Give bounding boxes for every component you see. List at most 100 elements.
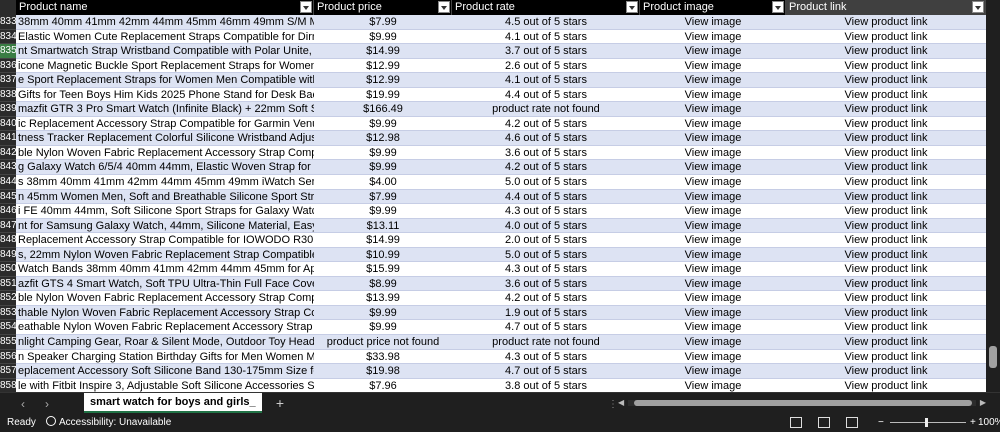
- cell-product-image[interactable]: View image: [640, 262, 786, 277]
- cell-product-link[interactable]: View product link: [786, 349, 986, 365]
- cell-product-link[interactable]: View product link: [786, 160, 986, 176]
- cell-product-name[interactable]: n 45mm Women Men, Soft and Breathable Si…: [16, 189, 314, 205]
- row-number[interactable]: 851: [0, 276, 16, 292]
- cell-product-price[interactable]: $7.99: [314, 189, 452, 205]
- cell-product-rate[interactable]: 4.5 out of 5 stars: [452, 15, 640, 30]
- table-row[interactable]: 856 n Speaker Charging Station Birthday G…: [0, 349, 986, 365]
- cell-product-link[interactable]: View product link: [786, 58, 986, 74]
- row-number[interactable]: 848: [0, 233, 16, 248]
- page-layout-icon[interactable]: [818, 417, 830, 428]
- cell-product-image[interactable]: View image: [640, 247, 786, 263]
- cell-product-price[interactable]: $9.99: [314, 320, 452, 336]
- table-row[interactable]: 837 e Sport Replacement Straps for Women …: [0, 73, 986, 88]
- scroll-right-icon[interactable]: ▶: [980, 398, 986, 407]
- row-number[interactable]: 838: [0, 87, 16, 103]
- horizontal-scrollbar[interactable]: ◀ ▶: [618, 398, 986, 408]
- cell-product-price[interactable]: $19.98: [314, 364, 452, 379]
- grid-view-icon[interactable]: [790, 417, 802, 428]
- zoom-knob[interactable]: [925, 418, 928, 427]
- cell-product-name[interactable]: icone Magnetic Buckle Sport Replacement …: [16, 58, 314, 74]
- cell-product-image[interactable]: View image: [640, 204, 786, 219]
- row-number[interactable]: 849: [0, 247, 16, 263]
- cell-product-price[interactable]: $33.98: [314, 349, 452, 365]
- cell-product-name[interactable]: tness Tracker Replacement Colorful Silic…: [16, 131, 314, 146]
- cell-product-name[interactable]: mazfit GTR 3 Pro Smart Watch (Infinite B…: [16, 102, 314, 117]
- chevron-left-icon[interactable]: ‹: [16, 397, 30, 411]
- cell-product-name[interactable]: nt Smartwatch Strap Wristband Compatible…: [16, 44, 314, 59]
- cell-product-image[interactable]: View image: [640, 218, 786, 234]
- cell-product-link[interactable]: View product link: [786, 87, 986, 103]
- cell-product-name[interactable]: i FE 40mm 44mm, Soft Silicone Sport Stra…: [16, 204, 314, 219]
- cell-product-rate[interactable]: product rate not found: [452, 102, 640, 117]
- cell-product-rate[interactable]: 4.3 out of 5 stars: [452, 349, 640, 365]
- cell-product-price[interactable]: $19.99: [314, 87, 452, 103]
- vertical-scroll-thumb[interactable]: [989, 346, 997, 368]
- cell-product-link[interactable]: View product link: [786, 291, 986, 306]
- filter-dropdown-icon[interactable]: [772, 1, 784, 13]
- table-row[interactable]: 843 g Galaxy Watch 6/5/4 40mm 44mm, Elast…: [0, 160, 986, 176]
- cell-product-link[interactable]: View product link: [786, 335, 986, 350]
- cell-product-price[interactable]: $4.00: [314, 175, 452, 190]
- cell-product-link[interactable]: View product link: [786, 73, 986, 88]
- table-row[interactable]: 845 n 45mm Women Men, Soft and Breathable…: [0, 189, 986, 205]
- zoom-in-icon[interactable]: +: [970, 414, 976, 432]
- page-break-icon[interactable]: [846, 417, 858, 428]
- row-number[interactable]: 840: [0, 116, 16, 132]
- cell-product-image[interactable]: View image: [640, 378, 786, 392]
- cell-product-name[interactable]: le with Fitbit Inspire 3, Adjustable Sof…: [16, 378, 314, 392]
- cell-product-name[interactable]: g Galaxy Watch 6/5/4 40mm 44mm, Elastic …: [16, 160, 314, 176]
- row-number[interactable]: 845: [0, 189, 16, 205]
- cell-product-price[interactable]: $13.11: [314, 218, 452, 234]
- select-all-corner[interactable]: [0, 0, 16, 15]
- header-product-image[interactable]: Product image: [640, 0, 786, 15]
- zoom-percentage[interactable]: 100%: [978, 414, 1000, 432]
- cell-product-link[interactable]: View product link: [786, 145, 986, 161]
- cell-product-rate[interactable]: 2.0 out of 5 stars: [452, 233, 640, 248]
- row-number[interactable]: 836: [0, 58, 16, 74]
- cell-product-image[interactable]: View image: [640, 364, 786, 379]
- table-row[interactable]: 850 Watch Bands 38mm 40mm 41mm 42mm 44mm …: [0, 262, 986, 277]
- cell-product-rate[interactable]: 4.6 out of 5 stars: [452, 131, 640, 146]
- cell-product-name[interactable]: e Sport Replacement Straps for Women Men…: [16, 73, 314, 88]
- cell-product-rate[interactable]: 2.6 out of 5 stars: [452, 58, 640, 74]
- cell-product-link[interactable]: View product link: [786, 189, 986, 205]
- cell-product-image[interactable]: View image: [640, 175, 786, 190]
- filter-dropdown-icon[interactable]: [626, 1, 638, 13]
- cell-product-rate[interactable]: 4.4 out of 5 stars: [452, 189, 640, 205]
- cell-product-image[interactable]: View image: [640, 189, 786, 205]
- cell-product-link[interactable]: View product link: [786, 247, 986, 263]
- row-number[interactable]: 833: [0, 15, 16, 30]
- cell-product-name[interactable]: thable Nylon Woven Fabric Replacement Ac…: [16, 305, 314, 321]
- cell-product-name[interactable]: n Speaker Charging Station Birthday Gift…: [16, 349, 314, 365]
- table-row[interactable]: 849 s, 22mm Nylon Woven Fabric Replacemen…: [0, 247, 986, 263]
- cell-product-link[interactable]: View product link: [786, 175, 986, 190]
- cell-product-price[interactable]: $15.99: [314, 262, 452, 277]
- cell-product-image[interactable]: View image: [640, 131, 786, 146]
- cell-product-link[interactable]: View product link: [786, 378, 986, 392]
- cell-product-name[interactable]: s, 22mm Nylon Woven Fabric Replacement S…: [16, 247, 314, 263]
- cell-product-price[interactable]: $9.99: [314, 29, 452, 45]
- cell-product-rate[interactable]: 5.0 out of 5 stars: [452, 175, 640, 190]
- table-row[interactable]: 839 mazfit GTR 3 Pro Smart Watch (Infinit…: [0, 102, 986, 117]
- table-row[interactable]: 846 i FE 40mm 44mm, Soft Silicone Sport S…: [0, 204, 986, 219]
- cell-product-name[interactable]: ic Replacement Accessory Strap Compatibl…: [16, 116, 314, 132]
- cell-product-name[interactable]: s 38mm 40mm 41mm 42mm 44mm 45mm 49mm iWa…: [16, 175, 314, 190]
- row-number[interactable]: 844: [0, 175, 16, 190]
- cell-product-link[interactable]: View product link: [786, 44, 986, 59]
- cell-product-price[interactable]: $12.99: [314, 58, 452, 74]
- cell-product-image[interactable]: View image: [640, 349, 786, 365]
- cell-product-rate[interactable]: 3.8 out of 5 stars: [452, 378, 640, 392]
- row-number[interactable]: 858: [0, 378, 16, 392]
- cell-product-name[interactable]: eathable Nylon Woven Fabric Replacement …: [16, 320, 314, 336]
- table-row[interactable]: 851 azfit GTS 4 Smart Watch, Soft TPU Ult…: [0, 276, 986, 292]
- row-number[interactable]: 855: [0, 335, 16, 350]
- cell-product-price[interactable]: $14.99: [314, 233, 452, 248]
- cell-product-image[interactable]: View image: [640, 87, 786, 103]
- cell-product-name[interactable]: eplacement Accessory Soft Silicone Band …: [16, 364, 314, 379]
- row-number[interactable]: 846: [0, 204, 16, 219]
- cell-product-link[interactable]: View product link: [786, 262, 986, 277]
- table-row[interactable]: 848 Replacement Accessory Strap Compatibl…: [0, 233, 986, 248]
- cell-product-link[interactable]: View product link: [786, 364, 986, 379]
- cell-product-image[interactable]: View image: [640, 291, 786, 306]
- row-number[interactable]: 841: [0, 131, 16, 146]
